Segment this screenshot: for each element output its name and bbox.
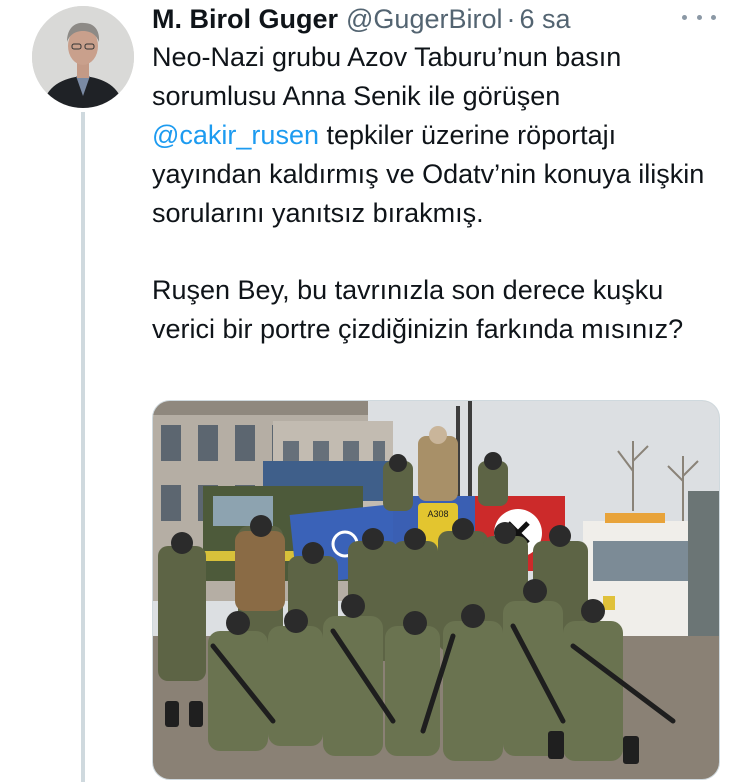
- tweet-header: M. Birol Guger @GugerBirol · 6 sa: [152, 2, 571, 36]
- avatar-photo-icon: [32, 6, 134, 108]
- author-handle[interactable]: @GugerBirol: [346, 2, 502, 36]
- tweet-paragraph-2: Ruşen Bey, bu tavrınızla son derece kuşk…: [152, 275, 684, 344]
- separator-dot: ·: [506, 4, 516, 34]
- mention-link[interactable]: @cakir_rusen: [152, 120, 319, 150]
- thread-connector-line: [81, 112, 85, 782]
- flag-label: A308: [427, 509, 448, 519]
- tweet[interactable]: M. Birol Guger @GugerBirol · 6 sa Neo-Na…: [0, 0, 750, 782]
- author-avatar[interactable]: [32, 6, 134, 108]
- more-options-icon[interactable]: [682, 6, 716, 28]
- author-name[interactable]: M. Birol Guger: [152, 2, 338, 36]
- tweet-text-part: Neo-Nazi grubu Azov Taburu’nun basın sor…: [152, 42, 622, 111]
- tweet-photo[interactable]: A308: [152, 400, 720, 780]
- tweet-timestamp[interactable]: 6 sa: [519, 2, 570, 36]
- photo-soldiers-with-flags-icon: A308: [153, 401, 719, 779]
- tweet-paragraph-1: Neo-Nazi grubu Azov Taburu’nun basın sor…: [152, 38, 722, 233]
- tweet-text: Neo-Nazi grubu Azov Taburu’nun basın sor…: [152, 38, 722, 349]
